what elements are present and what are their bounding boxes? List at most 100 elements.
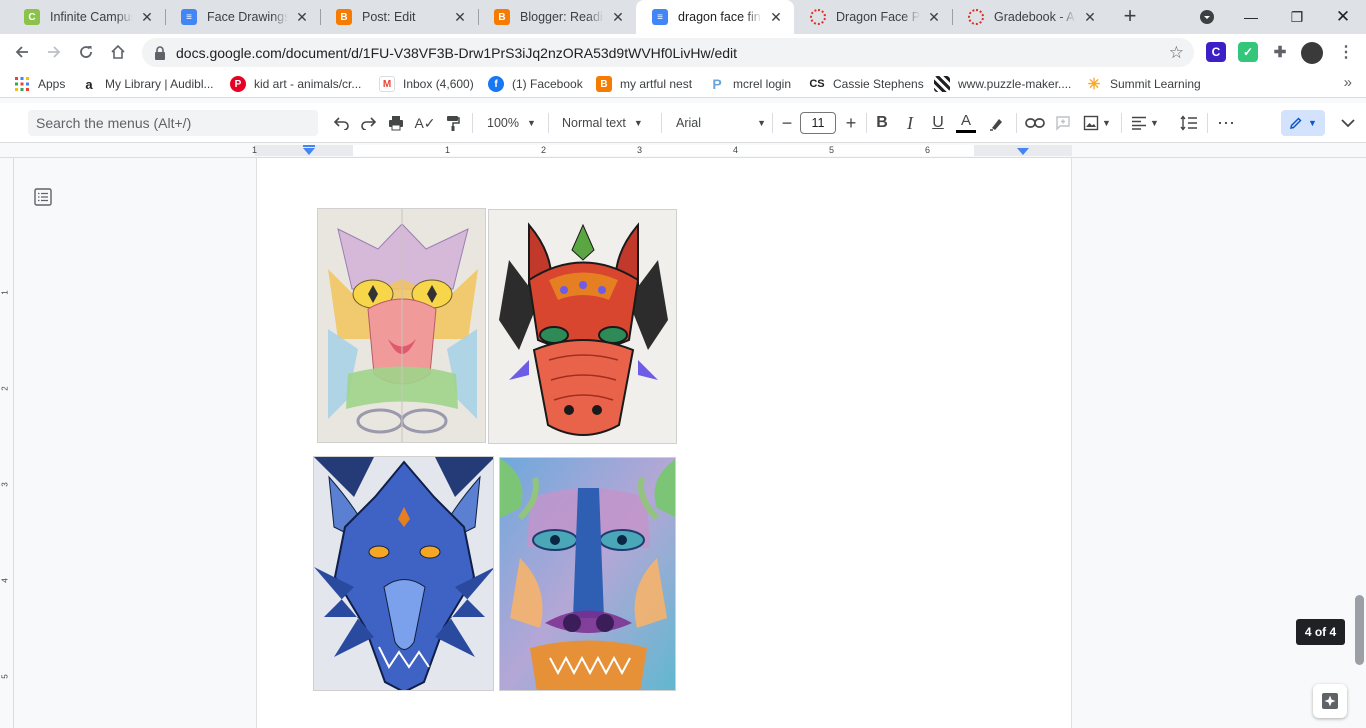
bookmark-audible[interactable]: a My Library | Audibl... (81, 75, 213, 93)
dragon-artwork-image[interactable] (499, 457, 676, 691)
avatar[interactable] (1301, 42, 1323, 64)
vertical-ruler: 1 2 3 4 5 (0, 158, 14, 728)
browser-tab[interactable]: ≡ Face Drawings - G ✕ (165, 0, 320, 34)
insert-image-icon[interactable]: ▼ (1082, 111, 1112, 135)
font-size-input[interactable]: 11 (800, 112, 836, 134)
redo-icon[interactable] (359, 111, 379, 135)
address-bar[interactable]: docs.google.com/document/d/1FU-V38VF3B-D… (142, 38, 1194, 67)
puzzle-icon[interactable]: ✚ (1270, 42, 1290, 62)
dragon-artwork-image[interactable] (313, 456, 494, 691)
right-indent-marker[interactable] (1017, 148, 1029, 155)
vruler-number: 3 (0, 482, 10, 487)
bookmark-cassie[interactable]: CS Cassie Stephens (809, 75, 923, 93)
explore-icon (1322, 693, 1338, 709)
vruler-number: 4 (0, 578, 10, 583)
italic-icon[interactable]: I (900, 111, 920, 135)
increase-font-size-button[interactable]: + (841, 111, 861, 135)
bookmark-artful-nest[interactable]: B my artful nest (596, 75, 692, 93)
close-icon[interactable]: ✕ (610, 9, 626, 25)
more-vert-icon[interactable]: ⋮ (1336, 42, 1356, 62)
home-icon (111, 44, 125, 59)
puzzle-icon (934, 76, 950, 92)
document-page[interactable] (256, 158, 1072, 728)
link-icon[interactable] (1024, 111, 1046, 135)
more-horiz-icon[interactable]: ⋯ (1215, 111, 1237, 135)
font-select[interactable]: Arial ▼ (676, 111, 766, 135)
dragon-artwork-image[interactable] (488, 209, 677, 444)
blogger-icon: B (494, 9, 510, 25)
amazon-icon: a (85, 76, 93, 92)
print-icon[interactable] (386, 111, 406, 135)
pinterest-icon: P (230, 76, 246, 92)
bookmark-mcrel[interactable]: P mcrel login (709, 75, 791, 93)
close-icon[interactable]: ✕ (768, 9, 784, 25)
reload-icon (80, 46, 92, 58)
toolbar-divider (1016, 113, 1017, 133)
loading-icon (968, 9, 984, 25)
spellcheck-icon[interactable]: A✓ (414, 111, 436, 135)
bookmark-facebook[interactable]: f (1) Facebook (488, 75, 583, 93)
bookmark-puzzle-maker[interactable]: www.puzzle-maker.... (934, 75, 1071, 93)
underline-icon[interactable]: U (928, 111, 948, 135)
navigation-bar: docs.google.com/document/d/1FU-V38VF3B-D… (0, 34, 1366, 70)
browser-tab[interactable]: Dragon Face Proj ✕ (794, 0, 952, 34)
browser-tab-active[interactable]: ≡ dragon face finish ✕ (636, 0, 794, 34)
reload-button[interactable] (74, 40, 98, 64)
toolbar-divider (866, 113, 867, 133)
chevron-up-icon[interactable] (1338, 111, 1358, 135)
scrollbar-thumb[interactable] (1355, 595, 1364, 665)
forward-button[interactable] (42, 40, 66, 64)
restore-button[interactable]: ❐ (1274, 0, 1320, 34)
highlight-icon[interactable] (987, 111, 1007, 135)
explore-button[interactable] (1313, 684, 1347, 718)
horizontal-ruler[interactable]: 1 1 2 3 4 5 6 (0, 142, 1366, 158)
extension-edit-icon[interactable]: ✓ (1238, 42, 1258, 62)
close-icon[interactable]: ✕ (1082, 9, 1098, 25)
mcrel-icon: P (712, 76, 722, 92)
browser-tab[interactable]: Gradebook - Art ✕ (952, 0, 1108, 34)
bookmark-apps[interactable]: Apps (14, 75, 65, 93)
ruler-number: 1 (445, 145, 451, 155)
line-spacing-icon[interactable] (1178, 111, 1200, 135)
close-icon[interactable]: ✕ (452, 9, 468, 25)
bold-icon[interactable]: B (872, 111, 892, 135)
menu-search-input[interactable]: Search the menus (Alt+/) (28, 110, 318, 136)
extension-c-icon[interactable]: C (1206, 42, 1226, 62)
bookmark-label: mcrel login (733, 77, 792, 91)
home-button[interactable] (106, 40, 130, 64)
decrease-font-size-button[interactable]: − (777, 111, 797, 135)
close-icon[interactable]: ✕ (294, 9, 310, 25)
minimize-button[interactable]: — (1228, 0, 1274, 34)
browser-tab[interactable]: B Blogger: Reading ✕ (478, 0, 636, 34)
tab-search-button[interactable] (1184, 0, 1230, 34)
editing-mode-button[interactable]: ▼ (1281, 110, 1325, 136)
ruler-number: 4 (733, 145, 739, 155)
close-icon[interactable]: ✕ (926, 9, 942, 25)
dragon-artwork-image[interactable] (317, 208, 486, 443)
close-window-button[interactable]: ✕ (1320, 0, 1366, 34)
bookmark-gmail[interactable]: M Inbox (4,600) (379, 75, 474, 93)
vruler-number: 5 (0, 674, 10, 679)
docs-toolbar: Search the menus (Alt+/) A✓ 100% ▼ Normal… (0, 103, 1366, 142)
bookmark-pinterest[interactable]: P kid art - animals/cr... (230, 75, 361, 93)
chevron-right-icon[interactable]: » (1344, 74, 1352, 91)
back-button[interactable] (10, 40, 34, 64)
first-line-indent-marker[interactable] (303, 145, 315, 147)
left-indent-marker[interactable] (303, 148, 315, 155)
close-icon[interactable]: ✕ (139, 9, 155, 25)
page-count-tooltip: 4 of 4 (1296, 619, 1345, 645)
undo-icon[interactable] (331, 111, 351, 135)
paint-format-icon[interactable] (443, 111, 463, 135)
browser-tab[interactable]: B Post: Edit ✕ (320, 0, 478, 34)
new-tab-button[interactable]: + (1118, 5, 1142, 29)
document-outline-icon[interactable] (34, 188, 52, 206)
text-color-icon[interactable]: A (955, 111, 977, 135)
bookmark-star-icon[interactable]: ☆ (1169, 43, 1184, 63)
bookmark-summit[interactable]: ✳ Summit Learning (1086, 75, 1201, 93)
browser-tab[interactable]: C Infinite Campus ✕ (8, 0, 165, 34)
zoom-select[interactable]: 100% ▼ (487, 111, 542, 135)
align-icon[interactable]: ▼ (1130, 111, 1160, 135)
bookmark-label: my artful nest (620, 77, 693, 91)
add-comment-icon[interactable] (1053, 111, 1073, 135)
style-select[interactable]: Normal text ▼ (562, 111, 652, 135)
